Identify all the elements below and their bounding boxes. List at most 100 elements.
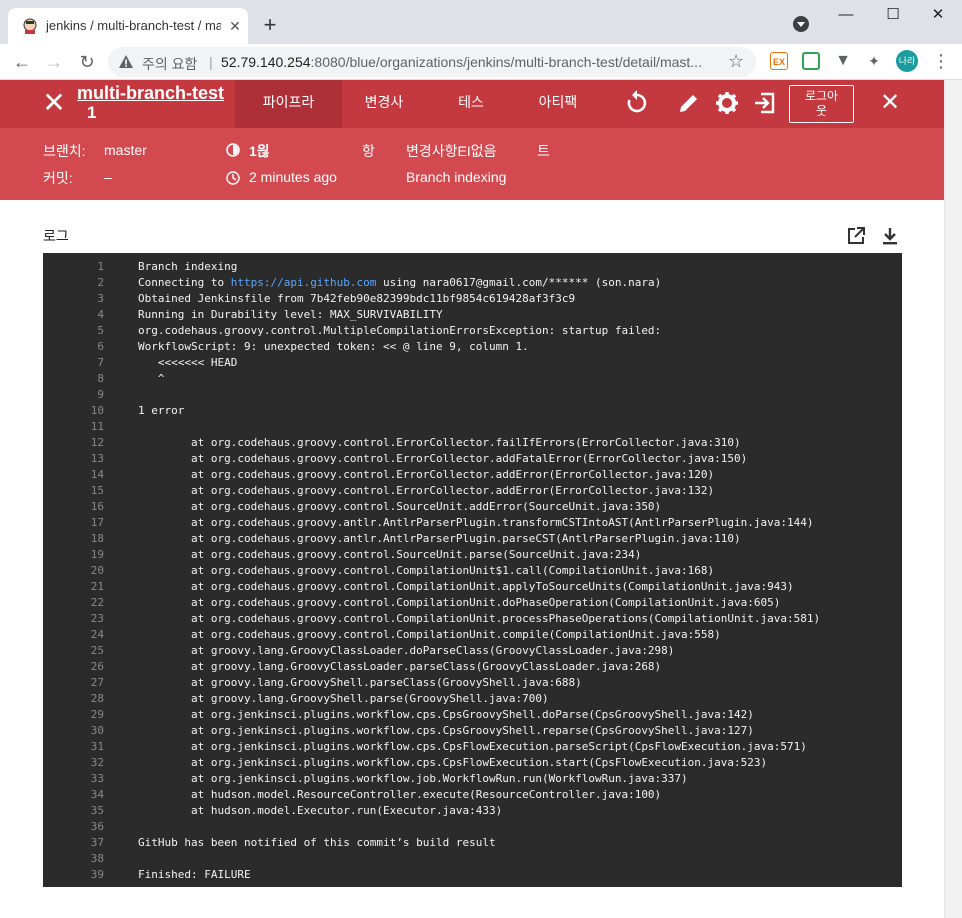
log-line: 24 at org.codehaus.groovy.control.Compil… (43, 627, 902, 643)
log-line: 33 at org.jenkinsci.plugins.workflow.job… (43, 771, 902, 787)
log-line-number[interactable]: 23 (43, 611, 104, 627)
log-line-number[interactable]: 30 (43, 723, 104, 739)
log-line-number[interactable]: 26 (43, 659, 104, 675)
logout-button[interactable]: 로그아 웃 (789, 85, 854, 123)
log-text: Running in Durability level: MAX_SURVIVA… (138, 308, 443, 321)
log-line-number[interactable]: 14 (43, 467, 104, 483)
extension-v-icon[interactable]: ▼ (834, 52, 852, 70)
log-text: at org.codehaus.groovy.control.ErrorColl… (138, 436, 741, 449)
log-line-number[interactable]: 3 (43, 291, 104, 307)
browser-tab[interactable]: jenkins / multi-branch-test / ma ✕ (8, 8, 248, 44)
log-line-number[interactable]: 21 (43, 579, 104, 595)
log-text: at groovy.lang.GroovyShell.parseClass(Gr… (138, 676, 582, 689)
log-line-number[interactable]: 1 (43, 259, 104, 275)
log-text: at org.codehaus.groovy.control.Compilati… (138, 612, 821, 625)
tab-tests[interactable]: 테스 (426, 80, 516, 128)
log-line-number[interactable]: 29 (43, 707, 104, 723)
log-line-number[interactable]: 8 (43, 371, 104, 387)
tab-close-icon[interactable]: ✕ (226, 17, 244, 35)
log-console[interactable]: 1 Branch indexing 2 Connecting to https://a… (43, 253, 902, 887)
rerun-icon[interactable] (623, 89, 651, 117)
close-run-icon[interactable]: ✕ (38, 88, 70, 120)
log-line: 29 at org.jenkinsci.plugins.workflow.cps… (43, 707, 902, 723)
open-in-new-window-icon[interactable] (846, 226, 866, 246)
log-line-number[interactable]: 35 (43, 803, 104, 819)
reload-icon[interactable]: ↻ (75, 50, 99, 74)
log-line-text: GitHub has been notified of this commit’… (138, 835, 496, 851)
forward-icon[interactable]: → (42, 50, 66, 74)
edit-pencil-icon[interactable] (675, 89, 703, 117)
url-text: 52.79.140.254:8080/blue/organizations/je… (221, 54, 721, 70)
log-line-number[interactable]: 5 (43, 323, 104, 339)
log-line: 17 at org.codehaus.groovy.antlr.AntlrPar… (43, 515, 902, 531)
log-line-number[interactable]: 7 (43, 355, 104, 371)
log-line-number[interactable]: 34 (43, 787, 104, 803)
tab-changes[interactable]: 변경사 (342, 80, 426, 128)
log-line-number[interactable]: 19 (43, 547, 104, 563)
log-line-number[interactable]: 36 (43, 819, 104, 835)
log-line-number[interactable]: 33 (43, 771, 104, 787)
log-link[interactable]: https://api.github.com (231, 276, 377, 289)
log-line: 23 at org.codehaus.groovy.control.Compil… (43, 611, 902, 627)
run-number: 1 (87, 103, 97, 122)
log-line-number[interactable]: 38 (43, 851, 104, 867)
log-line-text: at org.codehaus.groovy.control.ErrorColl… (138, 451, 747, 467)
log-line-number[interactable]: 4 (43, 307, 104, 323)
log-text: ^ (138, 372, 165, 385)
back-icon[interactable]: ← (10, 50, 34, 74)
tab-artifacts[interactable]: 아티팩 (516, 80, 600, 128)
log-line-number[interactable]: 25 (43, 643, 104, 659)
job-name-link[interactable]: multi-branch-test (77, 83, 224, 104)
log-line-number[interactable]: 9 (43, 387, 104, 403)
tab-search-icon[interactable] (793, 16, 809, 32)
log-line-number[interactable]: 22 (43, 595, 104, 611)
log-text: at org.jenkinsci.plugins.workflow.cps.Cp… (138, 756, 768, 769)
log-line-text: org.codehaus.groovy.control.MultipleComp… (138, 323, 661, 339)
commit-value: – (104, 169, 112, 185)
profile-avatar[interactable]: 나라 (896, 50, 918, 72)
log-line: 28 at groovy.lang.GroovyShell.parse(Groo… (43, 691, 902, 707)
log-line: 18 at org.codehaus.groovy.antlr.AntlrPar… (43, 531, 902, 547)
log-line-number[interactable]: 28 (43, 691, 104, 707)
log-line-number[interactable]: 24 (43, 627, 104, 643)
extension-ex-icon[interactable]: EX (770, 52, 788, 70)
log-line-number[interactable]: 18 (43, 531, 104, 547)
log-line-number[interactable]: 13 (43, 451, 104, 467)
log-line-number[interactable]: 16 (43, 499, 104, 515)
warning-icon (119, 55, 133, 68)
minimize-icon[interactable]: — (826, 4, 866, 28)
browser-menu-icon[interactable]: ⋮ (932, 50, 950, 72)
log-line-number[interactable]: 2 (43, 275, 104, 291)
log-line-number[interactable]: 15 (43, 483, 104, 499)
maximize-icon[interactable]: ☐ (873, 4, 913, 28)
bookmark-star-icon[interactable]: ☆ (728, 51, 744, 72)
page-scrollbar[interactable] (944, 80, 962, 918)
log-text: WorkflowScript: 9: unexpected token: << … (138, 340, 529, 353)
log-line-number[interactable]: 20 (43, 563, 104, 579)
download-icon[interactable] (880, 226, 900, 246)
log-line-text: WorkflowScript: 9: unexpected token: << … (138, 339, 529, 355)
log-text: at groovy.lang.GroovyClassLoader.doParse… (138, 644, 675, 657)
address-bar[interactable]: 주의 요함 | 52.79.140.254:8080/blue/organiza… (108, 47, 756, 77)
window-close-icon[interactable]: ✕ (918, 4, 958, 28)
extension-green-icon[interactable] (802, 52, 820, 70)
log-line-number[interactable]: 17 (43, 515, 104, 531)
close-icon[interactable]: ✕ (876, 90, 904, 118)
log-line-number[interactable]: 10 (43, 403, 104, 419)
log-line-text: at org.codehaus.groovy.control.ErrorColl… (138, 483, 714, 499)
log-line-number[interactable]: 6 (43, 339, 104, 355)
log-line: 21 at org.codehaus.groovy.control.Compil… (43, 579, 902, 595)
tab-pipeline[interactable]: 파이프라 (235, 80, 342, 128)
log-line-number[interactable]: 11 (43, 419, 104, 435)
extensions-puzzle-icon[interactable]: ✦ (865, 52, 883, 70)
log-line-number[interactable]: 27 (43, 675, 104, 691)
log-line: 7 <<<<<<< HEAD (43, 355, 902, 371)
log-line-number[interactable]: 31 (43, 739, 104, 755)
log-line-number[interactable]: 39 (43, 867, 104, 883)
settings-gear-icon[interactable] (713, 89, 741, 117)
log-line-number[interactable]: 12 (43, 435, 104, 451)
log-line-number[interactable]: 37 (43, 835, 104, 851)
log-line-number[interactable]: 32 (43, 755, 104, 771)
new-tab-icon[interactable]: + (258, 14, 282, 38)
open-classic-icon[interactable] (751, 89, 779, 117)
